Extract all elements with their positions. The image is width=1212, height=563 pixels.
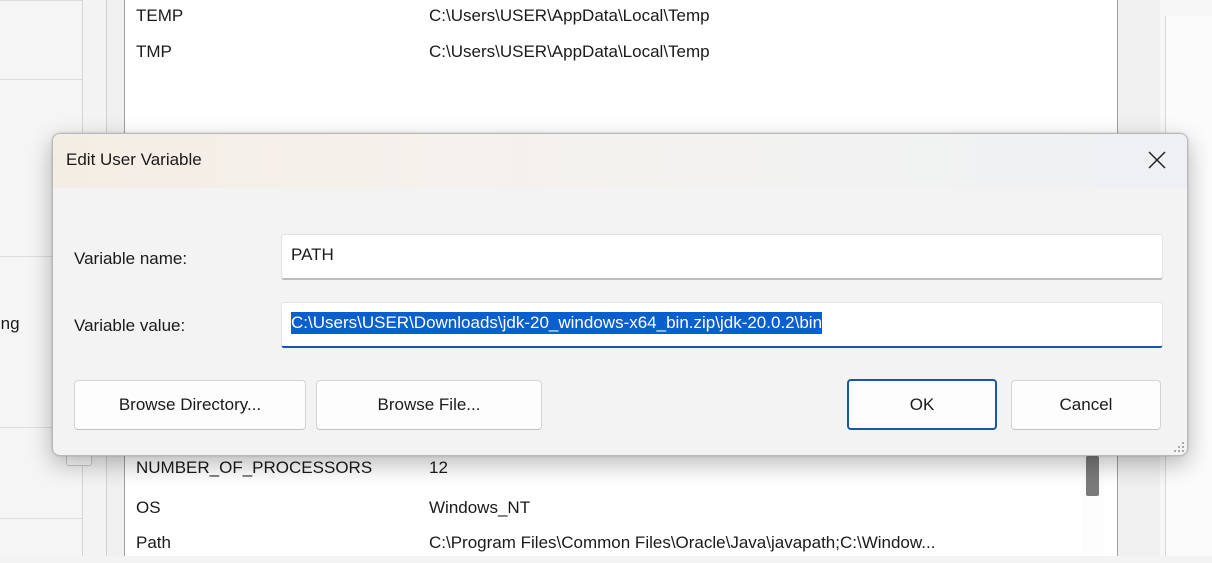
variable-value-selection: C:\Users\USER\Downloads\jdk-20_windows-x… xyxy=(291,312,823,334)
list-item[interactable]: Path C:\Program Files\Common Files\Oracl… xyxy=(125,527,1085,563)
close-button[interactable] xyxy=(1127,134,1187,186)
list-item[interactable]: TEMP C:\Users\USER\AppData\Local\Temp xyxy=(125,0,1085,36)
resize-grip-icon[interactable] xyxy=(1173,441,1185,453)
divider xyxy=(0,79,82,80)
list-item[interactable]: OS Windows_NT xyxy=(125,492,1085,528)
variable-value-cell: C:\Users\USER\AppData\Local\Temp xyxy=(429,42,710,61)
edit-user-variable-dialog: Edit User Variable Variable name: PATH V… xyxy=(52,133,1188,456)
ok-button[interactable]: OK xyxy=(847,379,997,430)
close-icon xyxy=(1148,151,1166,169)
dialog-title: Edit User Variable xyxy=(66,150,202,169)
divider xyxy=(0,0,82,1)
variable-value-text: C:\Users\USER\Downloads\jdk-20_windows-x… xyxy=(291,312,823,334)
variable-name-cell: TEMP xyxy=(136,6,184,25)
variable-name-cell: OS xyxy=(136,498,161,517)
variable-value-cell: C:\Program Files\Common Files\Oracle\Jav… xyxy=(429,533,936,552)
variable-value-label: Variable value: xyxy=(74,316,186,335)
dialog-titlebar[interactable]: Edit User Variable xyxy=(53,134,1187,188)
user-variables-list: TEMP C:\Users\USER\AppData\Local\Temp TM… xyxy=(124,0,1118,138)
variable-name-cell: NUMBER_OF_PROCESSORS xyxy=(136,458,373,477)
variable-value-cell: Windows_NT xyxy=(429,498,531,517)
scrollbar-thumb[interactable] xyxy=(1086,456,1099,496)
system-variables-list: NUMBER_OF_PROCESSORS 12 OS Windows_NT Pa… xyxy=(124,452,1118,556)
variable-name-value: PATH xyxy=(291,245,334,264)
cancel-button[interactable]: Cancel xyxy=(1011,380,1161,430)
background-cut-label: gging xyxy=(0,314,20,333)
variable-value-field[interactable]: C:\Users\USER\Downloads\jdk-20_windows-x… xyxy=(281,302,1163,348)
variable-name-label: Variable name: xyxy=(74,249,188,268)
variable-value-cell: 12 xyxy=(429,458,448,477)
variable-value-cell: C:\Users\USER\AppData\Local\Temp xyxy=(429,6,710,25)
variable-name-cell: TMP xyxy=(136,42,172,61)
variable-name-field[interactable]: PATH xyxy=(281,234,1163,280)
list-item[interactable]: NUMBER_OF_PROCESSORS 12 xyxy=(125,452,1085,494)
browse-directory-button[interactable]: Browse Directory... xyxy=(74,380,306,430)
divider xyxy=(0,518,82,519)
list-item[interactable]: TMP C:\Users\USER\AppData\Local\Temp xyxy=(125,36,1085,72)
browse-file-button[interactable]: Browse File... xyxy=(316,380,542,430)
variable-name-cell: Path xyxy=(136,533,171,552)
